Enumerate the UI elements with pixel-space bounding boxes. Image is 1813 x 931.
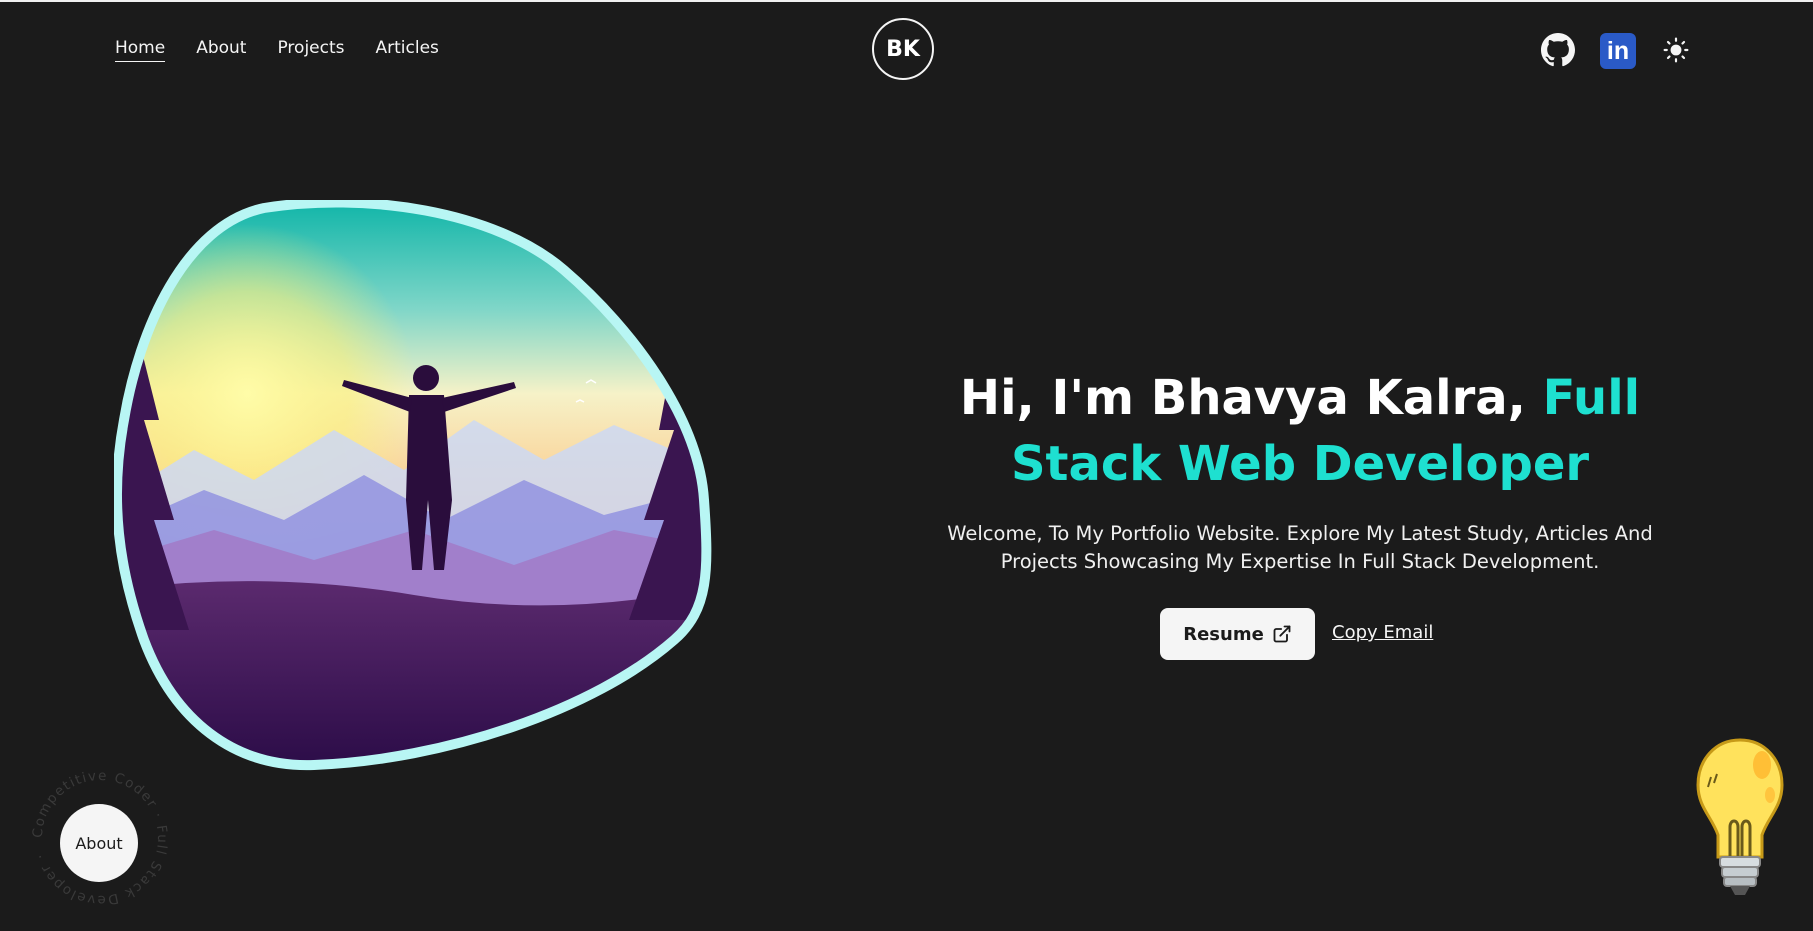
main-nav: Home About Projects Articles <box>115 38 439 62</box>
linkedin-link[interactable]: in <box>1600 33 1636 69</box>
hero-headline: Hi, I'm Bhavya Kalra, Full Stack Web Dev… <box>900 365 1700 497</box>
linkedin-icon: in <box>1606 36 1630 65</box>
copy-email-link[interactable]: Copy Email <box>1332 622 1433 643</box>
headline-intro: Hi, I'm Bhavya Kalra, <box>959 370 1543 426</box>
external-link-icon <box>1273 625 1291 643</box>
resume-label: Resume <box>1183 623 1264 645</box>
nav-home[interactable]: Home <box>115 38 166 62</box>
sun-icon <box>1663 37 1689 63</box>
github-link[interactable] <box>1541 32 1575 68</box>
top-border <box>0 0 1813 2</box>
hero-illustration <box>114 200 712 771</box>
resume-button[interactable]: Resume <box>1160 608 1315 660</box>
nav-articles[interactable]: Articles <box>376 38 439 62</box>
theme-toggle[interactable] <box>1662 32 1690 68</box>
nav-about[interactable]: About <box>196 38 246 62</box>
lightbulb-icon <box>1696 738 1784 895</box>
github-icon <box>1541 33 1575 67</box>
about-badge-button[interactable]: About <box>60 804 138 882</box>
nav-projects[interactable]: Projects <box>277 38 344 62</box>
site-logo[interactable]: BK <box>872 18 934 80</box>
hero-subtitle: Welcome, To My Portfolio Website. Explor… <box>947 522 1653 573</box>
